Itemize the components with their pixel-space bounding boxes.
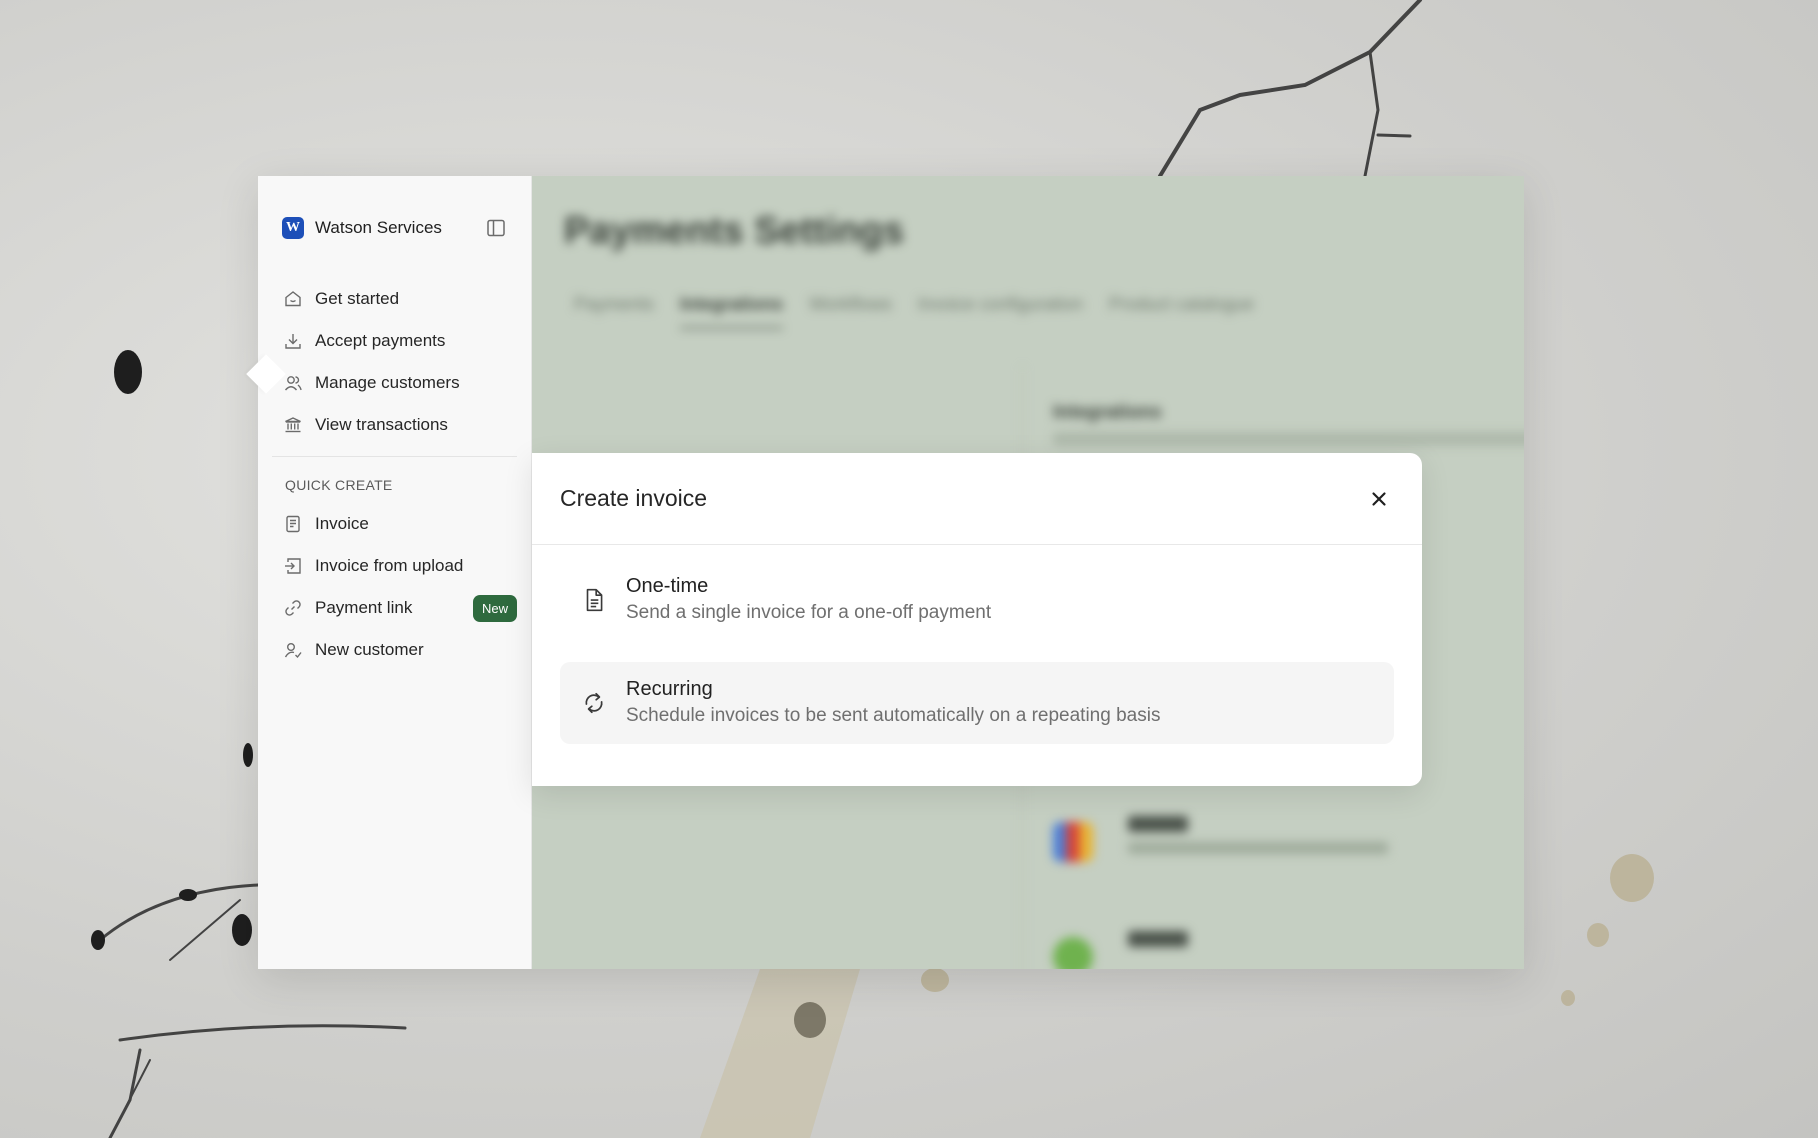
quick-create-label: Invoice [315,514,369,533]
tab-integrations: Integrations [680,294,784,329]
quick-create-invoice-from-upload[interactable]: Invoice from upload [272,545,517,587]
close-button[interactable] [1364,484,1394,514]
nav-item-view-transactions[interactable]: View transactions [272,404,517,446]
option-recurring[interactable]: Recurring Schedule invoices to be sent a… [560,662,1394,744]
gmail-logo-icon [1053,822,1093,862]
option-description: Send a single invoice for a one-off paym… [626,602,992,623]
tab-invoice-configuration: Invoice configuration [917,294,1083,314]
integration-row [1053,931,1524,969]
quick-create-payment-link[interactable]: Payment link New [272,587,517,629]
user-check-icon [282,639,304,661]
close-icon [1372,491,1386,506]
quick-create-new-customer[interactable]: New customer [272,629,517,671]
integration-name [1128,816,1188,832]
integrations-description-placeholder [1053,432,1524,446]
document-icon [580,586,608,614]
primary-nav: Get started Accept payments Manage custo… [272,278,517,446]
link-icon [282,597,304,619]
users-icon [282,372,304,394]
tab-payments: Payments [574,294,655,314]
integration-detail [1128,842,1388,854]
modal-header: Create invoice [532,453,1422,545]
sidebar-divider [272,456,517,457]
tab-workflows: Workflows [809,294,892,314]
option-description: Schedule invoices to be sent automatical… [626,705,1161,726]
modal-title: Create invoice [560,485,708,511]
actionstep-logo-icon [1053,937,1093,969]
nav-item-get-started[interactable]: Get started [272,278,517,320]
sidebar: W Watson Services Get started Accept pay… [258,176,532,969]
nav-item-label: View transactions [315,415,448,434]
settings-tabs: Payments Integrations Workflows Invoice … [574,294,1254,329]
integration-name [1128,931,1188,947]
sidebar-toggle-icon [487,219,505,237]
create-invoice-modal: Create invoice One-time Send a single in… [532,453,1422,786]
brand-name: Watson Services [315,218,442,237]
refresh-icon [580,689,608,717]
quick-create-label: New customer [315,640,424,659]
invoice-icon [282,513,304,535]
quick-create-label: Invoice from upload [315,556,464,575]
nav-item-label: Accept payments [315,331,446,350]
quick-create-heading: QUICK CREATE [285,477,393,493]
sidebar-toggle-button[interactable] [485,217,507,239]
upload-icon [282,555,304,577]
option-one-time[interactable]: One-time Send a single invoice for a one… [560,559,1394,641]
integration-row [1053,816,1524,876]
download-icon [282,330,304,352]
nav-item-label: Manage customers [315,373,460,392]
integrations-heading: Integrations [1053,402,1162,423]
page-title: Payments Settings [564,210,904,252]
bank-icon [282,414,304,436]
nav-item-accept-payments[interactable]: Accept payments [272,320,517,362]
invoice-type-options: One-time Send a single invoice for a one… [532,545,1422,744]
brand-header: W Watson Services [272,176,517,274]
nav-item-manage-customers[interactable]: Manage customers [272,362,517,404]
new-badge: New [472,594,517,622]
brand-logo: W [282,217,304,239]
nav-item-label: Get started [315,289,400,308]
home-icon [282,288,304,310]
quick-create-invoice[interactable]: Invoice [272,503,517,545]
quick-create-nav: Invoice Invoice from upload Payment link… [272,503,517,671]
option-title: Recurring [626,678,713,700]
option-title: One-time [626,575,709,597]
quick-create-label: Payment link [315,598,413,617]
tab-product-catalogue: Product catalogue [1108,294,1254,314]
